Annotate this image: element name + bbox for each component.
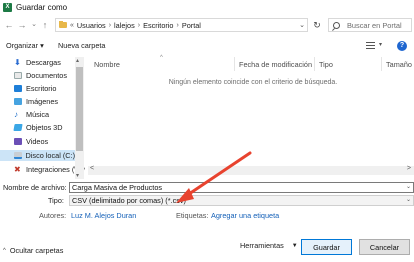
sidebar-scrollbar[interactable]: ▴ ▾ [75,57,84,179]
title-bar: X Guardar como [0,0,414,14]
scroll-up-icon[interactable]: ▴ [76,57,79,64]
sidebar-item-disco-local[interactable]: Disco local (C:) [0,150,75,161]
hide-folders-toggle[interactable]: ^ Ocultar carpetas [3,246,63,255]
chevron-down-icon: ▼ [291,242,298,249]
breadcrumb-escritorio[interactable]: Escritorio [143,21,173,30]
filename-label: Nombre de archivo: [3,183,67,192]
chevron-down-icon[interactable]: ▾ [379,41,382,48]
sidebar-item-musica[interactable]: ♪ Música [14,109,49,120]
refresh-icon[interactable]: ↻ [310,19,324,31]
organize-button[interactable]: Organizar ▾ [6,41,44,50]
sort-indicator-icon: ^ [160,55,163,61]
sidebar-item-documentos[interactable]: Documentos [14,70,67,81]
file-type-value: CSV (delimitado por comas) (*.csv) [72,196,186,205]
filename-input[interactable]: Carga Masiva de Productos ⌄ [69,182,414,193]
download-icon: ⬇ [14,57,21,67]
forward-arrow-icon[interactable]: → [17,19,27,31]
column-header-type[interactable]: Tipo [319,60,333,69]
sidebar-item-label: Imágenes [26,97,59,106]
column-divider[interactable] [234,57,235,71]
column-header-size[interactable]: Tamaño [386,60,412,69]
sidebar-item-label: Música [26,110,50,119]
network-drive-icon: ✖ [14,165,21,174]
search-input[interactable]: Buscar en Portal [328,18,412,32]
help-icon[interactable]: ? [397,41,407,51]
tags-label: Etiquetas: [176,211,209,220]
path-overflow[interactable]: « [70,22,74,29]
tags-link[interactable]: Agregar una etiqueta [211,211,279,220]
column-header-name[interactable]: Nombre [94,60,120,69]
column-divider[interactable] [314,57,315,71]
chevron-up-icon: ^ [3,247,6,254]
search-placeholder: Buscar en Portal [347,20,402,30]
objects3d-icon [13,124,23,131]
cancel-button[interactable]: Cancelar [359,239,410,255]
scrollbar-thumb[interactable] [76,67,83,151]
videos-icon [14,138,22,145]
sidebar-item-objetos-3d[interactable]: Objetos 3D [13,122,63,133]
pictures-icon [14,98,22,105]
sidebar-item-label: Escritorio [26,84,57,93]
sidebar-item-label: Objetos 3D [26,123,63,132]
search-icon [333,21,340,29]
chevron-right-icon: › [137,21,141,29]
music-icon: ♪ [14,110,18,119]
address-row: ← → ⌄ ↑ « Usuarios › lalejos › Escritori… [0,17,414,34]
chevron-right-icon: › [108,21,112,29]
save-button[interactable]: Guardar [301,239,352,255]
back-arrow-icon[interactable]: ← [4,19,14,31]
empty-state-message: Ningún elemento coincide con el criterio… [168,79,338,86]
chevron-right-icon: › [176,21,179,29]
folder-icon [59,21,67,28]
recent-locations-icon[interactable]: ⌄ [29,19,39,31]
chevron-down-icon[interactable]: ⌄ [299,21,305,29]
up-folder-icon[interactable]: ↑ [40,19,50,31]
desktop-icon [14,85,22,92]
chevron-down-icon[interactable]: ⌄ [406,196,411,205]
scroll-down-icon[interactable]: ▾ [76,172,79,179]
tools-menu-button[interactable]: Herramientas ▼ [240,241,298,250]
file-list[interactable]: ^ Nombre Fecha de modificación Tipo Tama… [88,55,414,179]
excel-icon: X [3,2,12,12]
type-label: Tipo: [48,196,64,205]
scroll-left-icon[interactable]: < [90,165,94,172]
filename-value: Carga Masiva de Productos [72,183,163,192]
hide-folders-label: Ocultar carpetas [9,246,64,255]
scroll-right-icon[interactable]: > [407,165,411,172]
sidebar-item-label: Descargas [26,58,61,67]
column-divider[interactable] [381,57,382,71]
sidebar-item-imagenes[interactable]: Imágenes [14,96,58,107]
window-title: Guardar como [16,2,68,12]
new-folder-button[interactable]: Nueva carpeta [58,41,105,50]
column-header-date[interactable]: Fecha de modificación [239,60,312,69]
breadcrumb-portal[interactable]: Portal [182,21,201,30]
breadcrumb-usuarios[interactable]: Usuarios [77,21,106,30]
command-bar: Organizar ▾ Nueva carpeta ▾ ? [0,39,414,55]
view-options-icon[interactable] [366,42,375,50]
sidebar-item-descargas[interactable]: ⬇ Descargas [14,57,61,68]
tools-label: Herramientas [240,241,284,250]
file-type-select[interactable]: CSV (delimitado por comas) (*.csv) ⌄ [69,195,414,206]
local-disk-icon [14,152,22,159]
authors-link[interactable]: Luz M. Alejos Duran [71,211,136,220]
authors-label: Autores: [39,211,67,220]
sidebar-item-escritorio[interactable]: Escritorio [14,83,56,94]
sidebar-item-videos[interactable]: Videos [14,136,48,147]
sidebar-item-label: Disco local (C:) [25,151,75,160]
address-bar[interactable]: « Usuarios › lalejos › Escritorio › Port… [55,18,308,32]
chevron-down-icon[interactable]: ⌄ [406,183,411,192]
sidebar-item-label: Documentos [26,71,67,80]
sidebar-item-label: Videos [26,137,49,146]
documents-icon [14,72,22,79]
navigation-pane: ⬇ Descargas Documentos Escritorio Imágen… [0,57,85,179]
breadcrumb-lalejos[interactable]: lalejos [114,21,135,30]
horizontal-scrollbar[interactable]: < > [88,165,414,175]
